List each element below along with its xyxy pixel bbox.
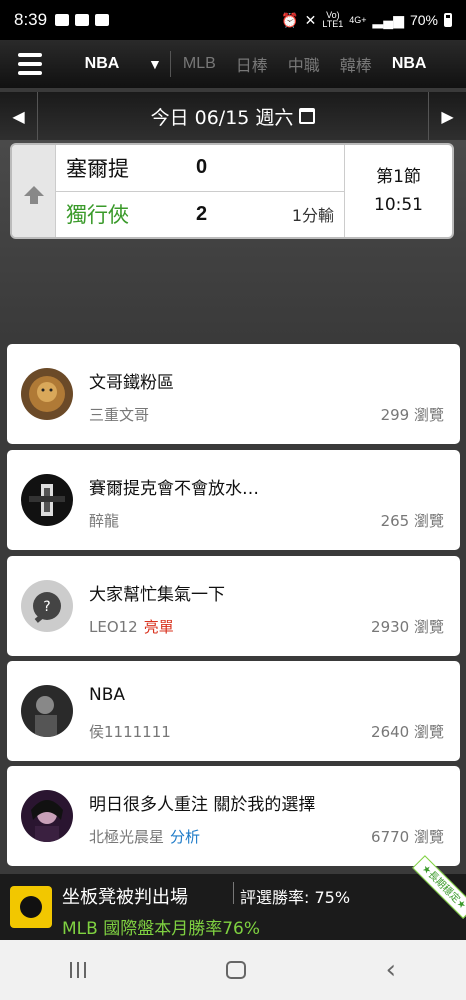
period-box: 第1節 10:51	[344, 145, 452, 237]
back-icon[interactable]: ‹	[386, 955, 396, 985]
system-nav-bar: ‹	[0, 940, 466, 1000]
team-score: 0	[196, 156, 208, 179]
post-author: 三重文哥	[89, 406, 150, 424]
alarm-icon: ⏰	[281, 11, 299, 28]
banner-title: 坐板凳被判出場	[62, 887, 188, 908]
signal-icon: ▂▄▆	[372, 11, 404, 28]
nav-divider	[169, 51, 171, 77]
post-views: 265 瀏覽	[380, 512, 444, 530]
post-title[interactable]: NBA	[89, 685, 125, 705]
date-text[interactable]: 今日 06/15 週六	[151, 103, 294, 130]
volte-indicator: Vo) LTE1	[322, 10, 344, 29]
collapse-button[interactable]	[12, 145, 56, 237]
post-views: 2930 瀏覽	[371, 618, 444, 636]
author-name: 北極光晨星	[89, 828, 165, 846]
league-tabs: NBA ▼ MLB 日棒 中職 韓棒 NBA	[60, 51, 466, 77]
image-icon	[75, 14, 90, 26]
post-author: LEO12 亮單	[89, 616, 174, 637]
prev-date-button[interactable]: ◀	[0, 92, 38, 140]
avatar[interactable]	[21, 368, 73, 420]
post-item[interactable]: NBA 侯1111111 2640 瀏覽	[7, 661, 460, 761]
team-score: 2	[196, 202, 208, 225]
tab-current-league[interactable]: NBA	[60, 55, 124, 73]
status-time: 8:39	[14, 10, 48, 29]
menu-icon[interactable]	[0, 40, 60, 88]
post-item[interactable]: 明日很多人重注 關於我的選擇 北極光晨星 分析 6770 瀏覽	[7, 766, 460, 866]
post-views: 2640 瀏覽	[371, 723, 444, 741]
post-author: 侯1111111	[89, 723, 171, 741]
tab-npb[interactable]: 日棒	[226, 52, 278, 76]
post-views: 6770 瀏覽	[371, 828, 444, 846]
post-author: 北極光晨星 分析	[89, 826, 200, 847]
battery-percent: 70%	[409, 12, 438, 28]
dropdown-arrow-icon[interactable]: ▼	[148, 56, 162, 72]
post-tag: 亮單	[143, 618, 174, 636]
game-result: 1分輸	[291, 206, 334, 226]
avatar[interactable]	[21, 790, 73, 842]
svg-text:?: ?	[43, 599, 50, 615]
period: 第1節	[376, 167, 421, 187]
league-nav: NBA ▼ MLB 日棒 中職 韓棒 NBA	[0, 40, 466, 88]
game-clock: 10:51	[374, 195, 423, 215]
left-arrow-icon: ◀	[12, 106, 25, 126]
calendar-icon[interactable]	[299, 108, 316, 124]
right-arrow-icon: ▶	[441, 106, 454, 126]
banner-divider	[233, 882, 234, 904]
post-author: 醉龍	[89, 512, 120, 530]
post-views: 299 瀏覽	[380, 406, 444, 424]
status-right: ⏰ ✕ Vo) LTE1 4G+ ▂▄▆ 70%	[281, 11, 452, 29]
teams: 塞爾提 0 獨行俠 2 1分輸	[56, 145, 344, 237]
post-item[interactable]: ? 大家幫忙集氣一下 LEO12 亮單 2930 瀏覽	[7, 556, 460, 656]
post-tag: 分析	[170, 828, 201, 846]
tab-nba[interactable]: NBA	[382, 55, 437, 73]
date-bar: ◀ 今日 06/15 週六 ▶	[0, 92, 466, 140]
tab-kbo[interactable]: 韓棒	[330, 52, 382, 76]
mail-icon	[55, 14, 70, 26]
post-item[interactable]: 賽爾提克會不會放水… 醉龍 265 瀏覽	[7, 450, 460, 550]
promo-banner[interactable]: 坐板凳被判出場 評選勝率: 75% MLB 國際盤本月勝率76% ★長期穩定★	[0, 855, 466, 940]
status-bar: 8:39 ⏰ ✕ Vo) LTE1 4G+ ▂▄▆ 70%	[0, 0, 466, 40]
team-row-away: 塞爾提 0	[56, 145, 344, 192]
home-icon[interactable]	[225, 961, 246, 979]
network-generation: 4G+	[349, 14, 367, 25]
mute-icon: ✕	[304, 11, 317, 28]
banner-rate: 評選勝率: 75%	[240, 888, 351, 907]
post-title[interactable]: 賽爾提克會不會放水…	[89, 474, 259, 499]
post-title[interactable]: 明日很多人重注 關於我的選擇	[89, 790, 315, 815]
team-name: 塞爾提	[66, 156, 129, 181]
avatar[interactable]: ?	[21, 580, 73, 632]
banner-promo: MLB 國際盤本月勝率76%	[62, 919, 260, 939]
post-title[interactable]: 文哥鐵粉區	[89, 368, 174, 393]
tab-cpbl[interactable]: 中職	[278, 52, 330, 76]
post-item[interactable]: 文哥鐵粉區 三重文哥 299 瀏覽	[7, 344, 460, 444]
up-arrow-icon	[23, 186, 44, 204]
check-icon	[95, 14, 110, 26]
battery-icon	[444, 13, 452, 27]
avatar[interactable]	[21, 474, 73, 526]
team-row-home: 獨行俠 2 1分輸	[56, 192, 344, 238]
team-name: 獨行俠	[66, 203, 129, 228]
avatar[interactable]	[21, 685, 73, 737]
expert-logo-icon	[10, 886, 52, 928]
post-title[interactable]: 大家幫忙集氣一下	[89, 580, 225, 605]
author-name: LEO12	[89, 618, 138, 636]
game-score-card[interactable]: 塞爾提 0 獨行俠 2 1分輸 第1節 10:51	[10, 143, 454, 239]
tab-mlb[interactable]: MLB	[173, 55, 226, 73]
recent-apps-icon[interactable]	[69, 962, 86, 978]
next-date-button[interactable]: ▶	[428, 92, 466, 140]
